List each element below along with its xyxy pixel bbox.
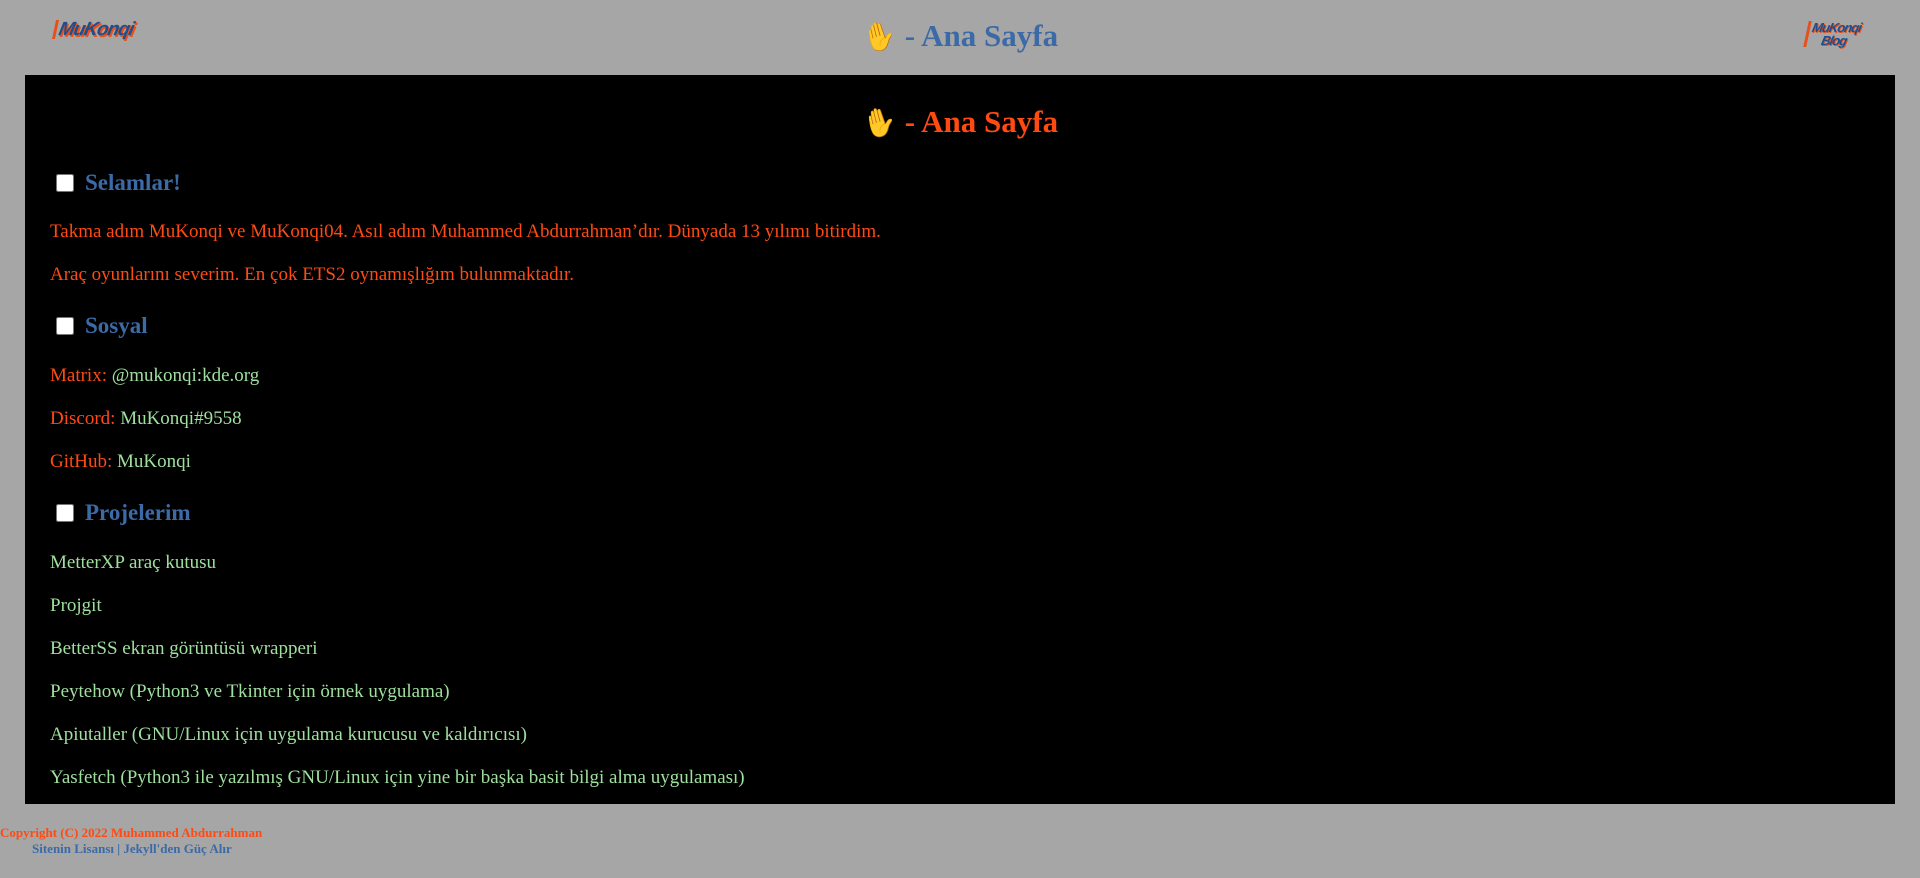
section-heading: Sosyal — [85, 313, 148, 338]
section-heading: Projelerim — [85, 500, 191, 525]
jekyll-link[interactable]: Jekyll'den Güç Alır — [123, 841, 231, 856]
section-header-projelerim: Projelerim — [56, 500, 191, 526]
project-link[interactable]: Projgit — [50, 595, 102, 617]
section-toggle-checkbox[interactable] — [56, 317, 74, 335]
blog-logo-line-2: Blog — [1820, 33, 1849, 48]
social-label: GitHub: — [50, 451, 113, 472]
intro-text: Takma adım MuKonqi ve MuKonqi04. Asıl ad… — [50, 221, 881, 242]
blog-logo-link[interactable]: MuKonqi Blog — [1803, 20, 1863, 48]
social-item-discord: Discord: MuKonqi#9558 — [50, 408, 242, 430]
waving-hand-icon: ✋ — [858, 16, 901, 57]
section-heading: Selamlar! — [85, 170, 181, 195]
content-title-text: - Ana Sayfa — [904, 104, 1059, 139]
project-link[interactable]: Peytehow (Python3 ve Tkinter için örnek … — [50, 681, 450, 703]
project-link[interactable]: MetterXP araç kutusu — [50, 552, 216, 574]
social-link[interactable]: MuKonqi#9558 — [120, 408, 241, 429]
site-footer: Copyright (C) 2022 Muhammed Abdurrahman … — [0, 825, 262, 857]
project-link[interactable]: Yasfetch (Python3 ile yazılmış GNU/Linux… — [50, 767, 745, 789]
intro-text: Araç oyunlarını severim. En çok ETS2 oyn… — [50, 264, 574, 285]
social-link[interactable]: @mukonqi:kde.org — [112, 365, 260, 386]
copyright-text: Copyright (C) 2022 Muhammed Abdurrahman — [0, 825, 263, 840]
footer-links: Sitenin Lisansı | Jekyll'den Güç Alır — [0, 841, 262, 857]
section-header-sosyal: Sosyal — [56, 313, 148, 339]
social-link[interactable]: MuKonqi — [117, 451, 191, 472]
waving-hand-icon: ✋ — [858, 102, 901, 143]
section-header-selamlar: Selamlar! — [56, 170, 181, 196]
footer-separator: | — [117, 841, 121, 856]
section-toggle-checkbox[interactable] — [56, 174, 74, 192]
license-link[interactable]: Sitenin Lisansı — [32, 841, 114, 856]
project-link[interactable]: Apiutaller (GNU/Linux için uygulama kuru… — [50, 724, 527, 746]
social-label: Discord: — [50, 408, 116, 429]
social-item-matrix: Matrix: @mukonqi:kde.org — [50, 365, 259, 387]
page-title-text: - Ana Sayfa — [904, 18, 1059, 53]
main-content: ✋ - Ana Sayfa Selamlar! Takma adım MuKonq… — [25, 75, 1895, 804]
content-title: ✋ - Ana Sayfa — [25, 102, 1895, 143]
page-title: ✋ - Ana Sayfa — [0, 16, 1920, 57]
social-item-github: GitHub: MuKonqi — [50, 451, 191, 473]
site-header: MuKonqi ✋ - Ana Sayfa MuKonqi Blog — [0, 0, 1920, 75]
project-link[interactable]: BetterSS ekran görüntüsü wrapperi — [50, 638, 318, 660]
section-toggle-checkbox[interactable] — [56, 504, 74, 522]
social-label: Matrix: — [50, 365, 107, 386]
